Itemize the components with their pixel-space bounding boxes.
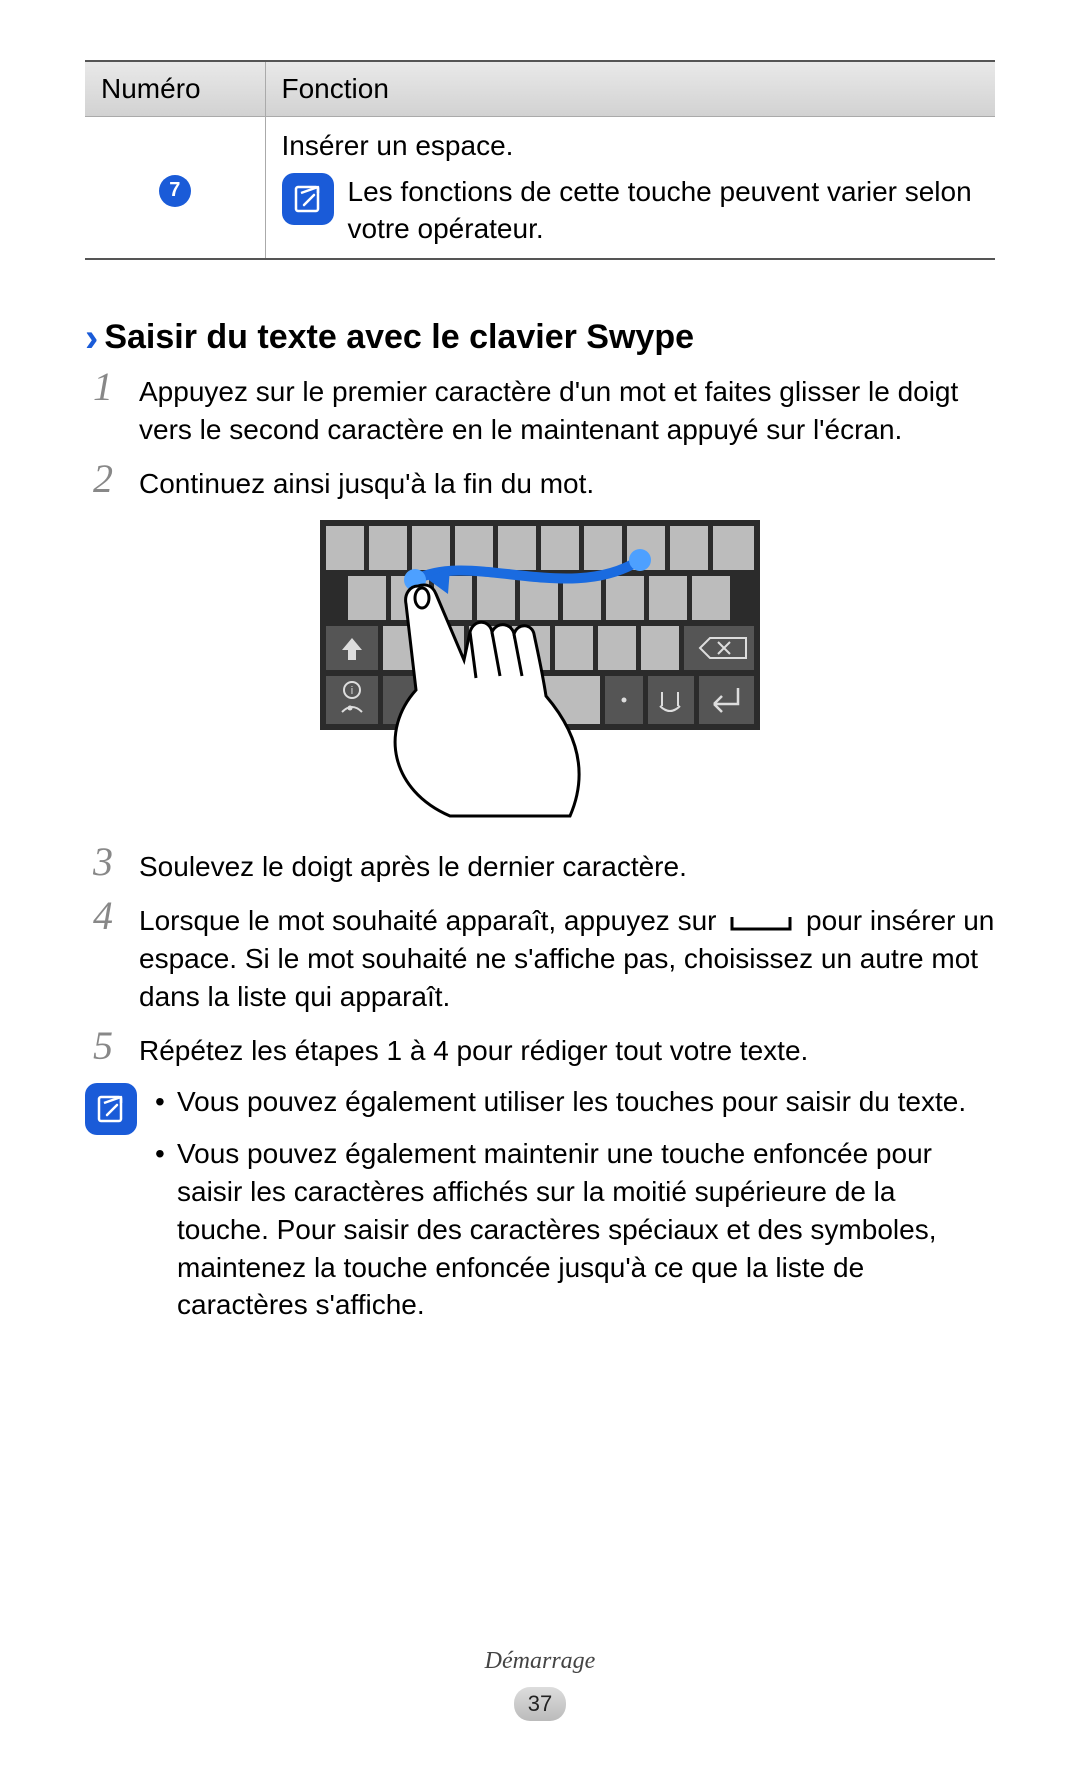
- circled-number-7-icon: 7: [159, 175, 191, 207]
- table-header-number: Numéro: [85, 61, 265, 116]
- step-text: Lorsque le mot souhaité apparaît, appuye…: [139, 900, 995, 1015]
- function-note: Les fonctions de cette touche peuvent va…: [348, 173, 982, 249]
- tip-item: Vous pouvez également maintenir une touc…: [151, 1135, 995, 1324]
- step-number: 5: [85, 1026, 121, 1066]
- step-5: 5 Répétez les étapes 1 à 4 pour rédiger …: [85, 1030, 995, 1070]
- step-3: 3 Soulevez le doigt après le dernier car…: [85, 846, 995, 886]
- note-icon: [282, 173, 334, 225]
- step-number: 3: [85, 842, 121, 882]
- step-2: 2 Continuez ainsi jusqu'à la fin du mot.: [85, 463, 995, 503]
- table-header-function: Fonction: [265, 61, 995, 116]
- step-4: 4 Lorsque le mot souhaité apparaît, appu…: [85, 900, 995, 1015]
- note-icon: [85, 1083, 137, 1135]
- step-number: 2: [85, 459, 121, 499]
- section-title: Saisir du texte avec le clavier Swype: [104, 315, 694, 361]
- tip-item: Vous pouvez également utiliser les touch…: [151, 1083, 995, 1121]
- function-table: Numéro Fonction 7 Insérer un espace.: [85, 60, 995, 260]
- step-text: Appuyez sur le premier caractère d'un mo…: [139, 371, 995, 449]
- step-text: Continuez ainsi jusqu'à la fin du mot.: [139, 463, 995, 503]
- function-title: Insérer un espace.: [282, 127, 982, 165]
- chevron-right-icon: ›: [85, 318, 98, 358]
- svg-text:i: i: [351, 685, 353, 697]
- spacebar-icon: [728, 913, 794, 933]
- step-text: Répétez les étapes 1 à 4 pour rédiger to…: [139, 1030, 995, 1070]
- table-row: 7 Insérer un espace. Les fonctions de ce…: [85, 116, 995, 259]
- page-footer: Démarrage 37: [0, 1645, 1080, 1721]
- step-number: 4: [85, 896, 121, 936]
- step-text: Soulevez le doigt après le dernier carac…: [139, 846, 995, 886]
- step-1: 1 Appuyez sur le premier caractère d'un …: [85, 371, 995, 449]
- step-number: 1: [85, 367, 121, 407]
- tips-block: Vous pouvez également utiliser les touch…: [85, 1083, 995, 1338]
- swype-keyboard-illustration: i: [85, 520, 995, 820]
- page-number: 37: [514, 1687, 566, 1721]
- step-list: 1 Appuyez sur le premier caractère d'un …: [85, 371, 995, 1338]
- footer-section-name: Démarrage: [0, 1645, 1080, 1677]
